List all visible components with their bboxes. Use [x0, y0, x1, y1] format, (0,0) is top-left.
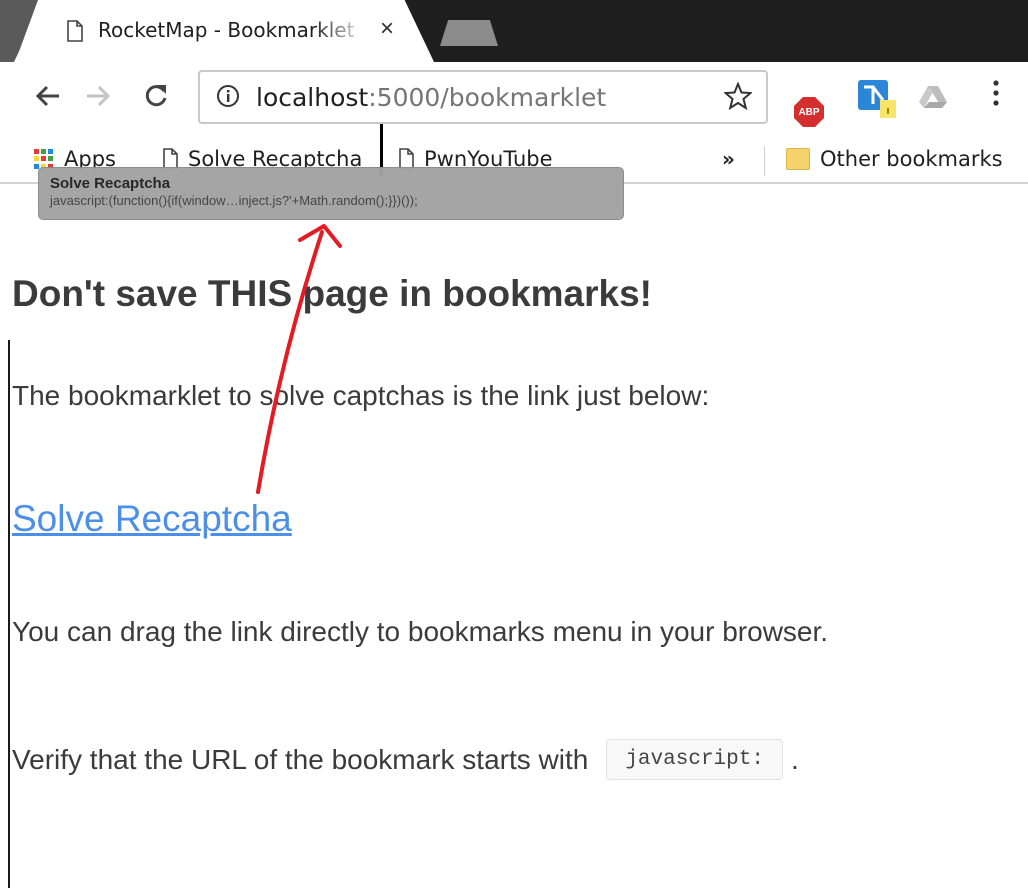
- verify-text: Verify that the URL of the bookmark star…: [12, 739, 799, 780]
- back-arrow-icon: [35, 85, 59, 107]
- bookmarks-divider: [764, 146, 765, 176]
- url-path: :5000/bookmarklet: [368, 83, 607, 112]
- verify-label: Verify that the URL of the bookmark star…: [12, 743, 589, 775]
- document-icon: [67, 20, 83, 42]
- tab-strip: RocketMap - Bookmarklet ×: [0, 0, 1028, 62]
- bookmark-star-icon[interactable]: [724, 82, 752, 110]
- forward-arrow-icon: [87, 85, 111, 107]
- address-url[interactable]: localhost:5000/bookmarklet: [256, 83, 606, 112]
- drag-hint-text: You can drag the link directly to bookma…: [12, 616, 829, 647]
- adblock-plus-icon[interactable]: ABP: [794, 97, 824, 127]
- page-title: Don't save THIS page in bookmarks!: [12, 273, 653, 314]
- url-host: localhost: [256, 83, 369, 112]
- tab-strip-background: [402, 0, 1028, 62]
- google-drive-icon[interactable]: [918, 84, 948, 110]
- bookmarklet-link[interactable]: Solve Recaptcha: [12, 498, 292, 540]
- info-icon[interactable]: [216, 84, 240, 108]
- folder-icon: [786, 148, 810, 170]
- apps-grid-icon: [34, 149, 54, 169]
- tab-close-icon[interactable]: ×: [380, 14, 394, 44]
- intro-text: The bookmarklet to solve captchas is the…: [12, 380, 710, 411]
- tooltip-title: Solve Recaptcha: [50, 175, 171, 192]
- tab-active[interactable]: RocketMap - Bookmarklet ×: [14, 0, 434, 62]
- other-bookmarks[interactable]: Other bookmarks: [786, 142, 1003, 176]
- bookmark-tooltip: Solve Recaptcha javascript:(function(){i…: [38, 167, 624, 220]
- more-menu-icon[interactable]: [990, 78, 1002, 108]
- code-snippet: javascript:: [606, 739, 783, 780]
- forward-button[interactable]: [78, 76, 118, 116]
- back-button[interactable]: [28, 76, 68, 116]
- address-bar[interactable]: localhost:5000/bookmarklet: [198, 70, 768, 124]
- window-edge: [8, 340, 10, 888]
- verify-end: .: [790, 743, 799, 775]
- extension-translate-icon[interactable]: [856, 78, 896, 120]
- reload-icon: [145, 85, 167, 107]
- tooltip-url: javascript:(function(){if(window…inject.…: [50, 193, 418, 208]
- bookmarks-overflow-chevron-icon[interactable]: »: [722, 142, 735, 176]
- browser-toolbar: localhost:5000/bookmarklet: [0, 62, 1028, 138]
- reload-button[interactable]: [136, 76, 176, 116]
- new-tab-button[interactable]: [440, 20, 498, 46]
- tab-title: RocketMap - Bookmarklet: [98, 18, 355, 42]
- other-bookmarks-label: Other bookmarks: [820, 147, 1003, 171]
